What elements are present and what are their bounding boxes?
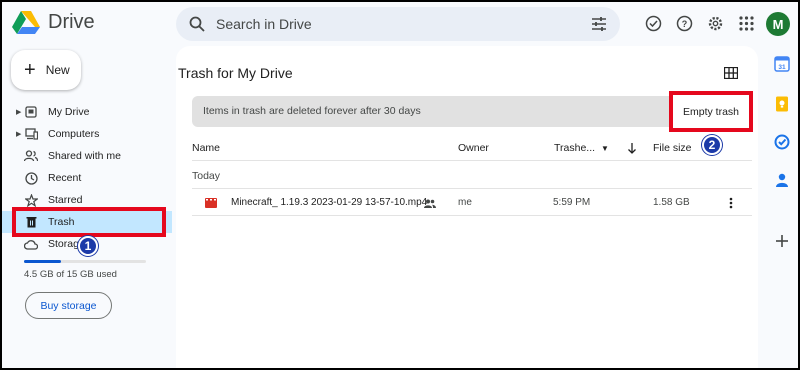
search-bar[interactable]: Search in Drive	[176, 7, 620, 41]
file-owner: me	[458, 197, 472, 208]
sidebar-item-label: Starred	[48, 194, 83, 206]
star-icon	[24, 193, 38, 207]
file-trashed-time: 5:59 PM	[553, 197, 591, 208]
new-button[interactable]: + New	[11, 50, 81, 90]
column-header-name[interactable]: Name	[192, 142, 220, 154]
header-divider	[192, 160, 752, 161]
trash-notice-text: Items in trash are deleted forever after…	[203, 105, 421, 117]
page-title: Trash for My Drive	[178, 65, 293, 81]
sidebar-item-label: Shared with me	[48, 150, 121, 162]
sort-direction-arrow-icon[interactable]	[627, 142, 637, 154]
trash-notice-banner: Items in trash are deleted forever after…	[192, 96, 752, 127]
file-size: 1.58 GB	[653, 197, 690, 208]
column-header-trashed[interactable]: Trashe...	[554, 142, 595, 154]
app-name: Drive	[48, 10, 95, 33]
sort-dropdown-icon[interactable]: ▼	[601, 144, 609, 153]
new-button-label: New	[45, 63, 70, 77]
storage-used-text: 4.5 GB of 15 GB used	[24, 269, 117, 280]
more-options-icon[interactable]	[729, 197, 733, 209]
help-icon[interactable]: ?	[673, 12, 696, 35]
shared-icon	[24, 149, 38, 163]
storage-progress-bar	[24, 260, 146, 263]
sidebar-item-label: My Drive	[48, 106, 90, 118]
apps-grid-icon[interactable]	[735, 12, 758, 35]
buy-storage-button[interactable]: Buy storage	[25, 292, 112, 319]
empty-trash-button[interactable]: Empty trash	[669, 91, 753, 132]
cloud-icon	[24, 237, 38, 251]
column-header-size[interactable]: File size	[653, 142, 692, 154]
step-badge-2: 2	[702, 135, 722, 155]
computers-icon	[24, 127, 38, 141]
sidebar-item-my-drive[interactable]: ▶ My Drive	[2, 101, 172, 123]
trash-highlight-box	[12, 207, 166, 237]
calendar-icon[interactable]: 31	[774, 56, 790, 72]
keep-icon[interactable]	[774, 96, 790, 112]
expand-caret-icon[interactable]: ▶	[16, 130, 21, 138]
section-label-today: Today	[192, 170, 221, 182]
contacts-icon[interactable]	[774, 172, 790, 188]
svg-text:31: 31	[778, 64, 786, 71]
top-icons: ?	[642, 12, 758, 35]
plus-icon: +	[24, 59, 36, 81]
settings-gear-icon[interactable]	[704, 12, 727, 35]
ready-offline-icon[interactable]	[642, 12, 665, 35]
drive-logo[interactable]: Drive	[12, 10, 95, 34]
search-icon[interactable]	[188, 15, 206, 33]
sidebar-item-shared[interactable]: Shared with me	[2, 145, 172, 167]
drive-window: Drive Search in Drive ? M + New ▶ My Dri…	[2, 2, 798, 368]
clock-icon	[24, 171, 38, 185]
main-panel: Trash for My Drive Items in trash are de…	[176, 46, 758, 368]
avatar[interactable]: M	[766, 12, 790, 36]
step-badge-1: 1	[78, 236, 98, 256]
shared-people-icon	[424, 199, 436, 208]
video-file-icon	[205, 198, 217, 208]
drive-logo-icon	[12, 11, 40, 34]
storage-progress-fill	[24, 260, 61, 263]
sidebar-item-label: Recent	[48, 172, 82, 184]
sidebar-item-computers[interactable]: ▶ Computers	[2, 123, 172, 145]
my-drive-icon	[24, 105, 38, 119]
grid-view-icon[interactable]	[724, 67, 738, 79]
column-header-owner[interactable]: Owner	[458, 142, 489, 154]
table-row[interactable]: Minecraft_ 1.19.3 2023-01-29 13-57-10.mp…	[192, 188, 752, 216]
sidebar-item-recent[interactable]: Recent	[2, 167, 172, 189]
add-addon-plus-icon[interactable]	[774, 233, 790, 249]
search-options-icon[interactable]	[590, 15, 608, 33]
file-name: Minecraft_ 1.19.3 2023-01-29 13-57-10.mp…	[231, 197, 428, 208]
tasks-icon[interactable]	[774, 134, 790, 150]
expand-caret-icon[interactable]: ▶	[16, 108, 21, 116]
sidebar-item-label: Computers	[48, 128, 100, 140]
svg-text:?: ?	[682, 19, 688, 29]
search-placeholder[interactable]: Search in Drive	[216, 16, 312, 32]
